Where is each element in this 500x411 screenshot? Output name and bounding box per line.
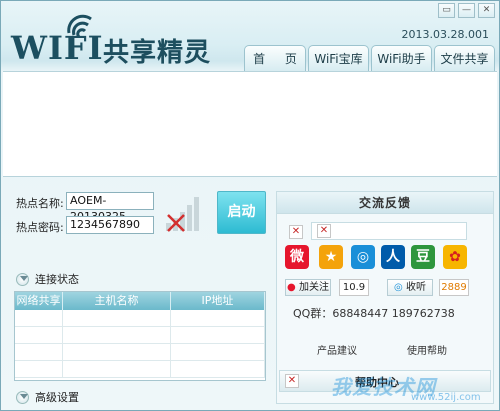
listen-count: 2889 bbox=[439, 279, 469, 296]
table-cell bbox=[63, 310, 171, 326]
column-header-ip[interactable]: IP地址 bbox=[171, 292, 265, 310]
kaixin-icon[interactable]: ✿ bbox=[443, 245, 467, 269]
usage-help-link[interactable]: 使用帮助 bbox=[407, 342, 447, 357]
hotspot-password-label: 热点密码: bbox=[16, 221, 64, 234]
douban-icon[interactable]: 豆 bbox=[411, 245, 435, 269]
tencent-small-icon: ◎ bbox=[394, 282, 403, 293]
content-panel bbox=[3, 71, 497, 177]
column-header-share[interactable]: 网络共享 bbox=[15, 292, 63, 310]
window-controls: ▭ — ✕ bbox=[438, 3, 495, 18]
table-cell bbox=[171, 361, 265, 377]
app-window: WIFI 共享精灵 ▭ — ✕ 2013.03.28.001 首 页 WiFi宝… bbox=[0, 0, 500, 411]
hotspot-name-label: 热点名称: bbox=[16, 197, 64, 210]
collapse-arrow-icon bbox=[16, 390, 29, 404]
collapse-arrow-icon bbox=[16, 272, 29, 286]
advanced-settings-header[interactable]: 高级设置 bbox=[16, 389, 79, 405]
product-suggestion-link[interactable]: 产品建议 bbox=[317, 342, 357, 357]
tab-wifi-assistant[interactable]: WiFi助手 bbox=[371, 45, 432, 71]
table-cell bbox=[171, 327, 265, 343]
broken-image-icon: ✕ bbox=[289, 225, 303, 239]
tab-home[interactable]: 首 页 bbox=[244, 45, 306, 71]
start-button[interactable]: 启动 bbox=[217, 191, 266, 234]
tab-wifi-library[interactable]: WiFi宝库 bbox=[308, 45, 369, 71]
tencent-weibo-icon[interactable]: ◎ bbox=[351, 245, 375, 269]
version-label: 2013.03.28.001 bbox=[401, 28, 489, 41]
table-cell bbox=[63, 344, 171, 360]
renren-icon[interactable]: 人 bbox=[381, 245, 405, 269]
tencent-listen-button[interactable]: ◎ 收听 bbox=[387, 279, 433, 296]
connection-status-title: 连接状态 bbox=[35, 273, 79, 286]
restore-button[interactable]: ▭ bbox=[438, 3, 455, 18]
tab-file-share[interactable]: 文件共享 bbox=[434, 45, 495, 71]
table-row[interactable] bbox=[15, 361, 265, 378]
signal-strength-icon bbox=[166, 197, 199, 232]
minimize-button[interactable]: — bbox=[458, 3, 475, 18]
table-header: 网络共享 主机名称 IP地址 bbox=[15, 292, 265, 310]
connection-status-header[interactable]: 连接状态 bbox=[16, 271, 79, 287]
table-row[interactable] bbox=[15, 344, 265, 361]
hotspot-password-input[interactable]: 1234567890 bbox=[66, 216, 154, 234]
close-button[interactable]: ✕ bbox=[478, 3, 495, 18]
feedback-title: 交流反馈 bbox=[277, 192, 493, 214]
follow-label: 加关注 bbox=[298, 282, 329, 293]
watermark-url: www.52ij.com bbox=[411, 392, 481, 403]
table-row[interactable] bbox=[15, 327, 265, 344]
table-cell bbox=[15, 361, 63, 377]
logo-wifi-text: WIFI bbox=[11, 29, 104, 67]
table-cell bbox=[15, 344, 63, 360]
feedback-banner[interactable]: ✕ bbox=[311, 222, 467, 240]
broken-image-icon: ✕ bbox=[285, 374, 299, 388]
qq-group-text: QQ群：68848447 189762738 bbox=[293, 307, 455, 320]
main-tabs: 首 页 WiFi宝库 WiFi助手 文件共享 bbox=[244, 45, 495, 71]
table-row[interactable] bbox=[15, 310, 265, 327]
table-cell bbox=[63, 327, 171, 343]
qzone-star-icon[interactable]: ★ bbox=[319, 245, 343, 269]
table-cell bbox=[63, 361, 171, 377]
table-cell bbox=[15, 310, 63, 326]
advanced-settings-title: 高级设置 bbox=[35, 391, 79, 404]
table-cell bbox=[171, 310, 265, 326]
table-cell bbox=[171, 344, 265, 360]
connection-table: 网络共享 主机名称 IP地址 bbox=[14, 291, 266, 381]
column-header-hostname[interactable]: 主机名称 bbox=[63, 292, 171, 310]
table-cell bbox=[15, 327, 63, 343]
weibo-icon[interactable]: 微 bbox=[285, 245, 309, 269]
hotspot-name-input[interactable]: AOEM-20130325 bbox=[66, 192, 154, 223]
follow-count: 10.9 bbox=[339, 279, 369, 296]
weibo-follow-button[interactable]: ● 加关注 bbox=[285, 279, 331, 296]
weibo-small-icon: ● bbox=[287, 282, 296, 293]
broken-image-icon: ✕ bbox=[317, 224, 331, 238]
logo-app-name: 共享精灵 bbox=[103, 38, 212, 68]
listen-label: 收听 bbox=[405, 282, 426, 293]
